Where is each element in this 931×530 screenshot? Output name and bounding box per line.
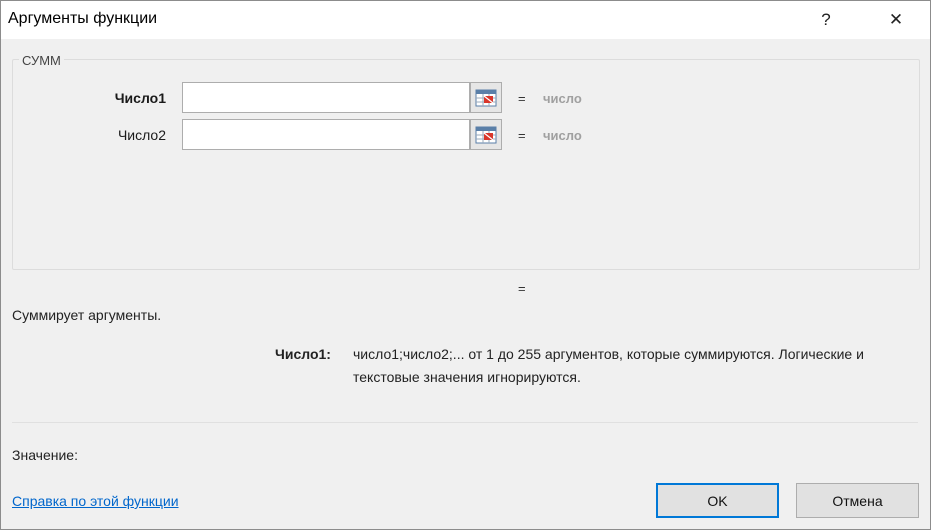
formula-result-equals: = [518,281,526,296]
arg1-input[interactable] [182,82,470,113]
value-label: Значение: [12,447,78,463]
arg-help-line1: число1;число2;... от 1 до 255 аргументов… [353,346,864,362]
arg2-range-select-button[interactable] [470,119,502,150]
function-name: СУММ [19,53,64,68]
arg1-result: число [543,91,582,106]
function-description: Суммирует аргументы. [12,307,162,323]
arg1-label: Число1 [114,90,166,106]
dialog-title: Аргументы функции [8,10,158,27]
arg2-result: число [543,128,582,143]
title-bar: Аргументы функции ? ✕ [1,1,930,39]
close-button[interactable]: ✕ [873,1,919,39]
arg1-range-select-button[interactable] [470,82,502,113]
question-mark-icon: ? [821,10,831,29]
function-arguments-dialog: Аргументы функции ? ✕ СУММ Число1 = числ… [0,0,931,530]
arg1-equals: = [518,91,526,106]
help-button[interactable]: ? [803,1,849,39]
function-help-link[interactable]: Справка по этой функции [12,493,179,509]
ok-button[interactable]: OK [656,483,779,518]
arg2-input[interactable] [182,119,470,150]
arg-help-name: Число1: [275,346,331,362]
range-select-icon [475,126,497,143]
divider [12,422,918,423]
arg-help-line2: текстовые значения игнорируются. [353,369,581,385]
range-select-icon [475,89,497,106]
cancel-button[interactable]: Отмена [796,483,919,518]
arg2-label: Число2 [117,127,166,143]
arg2-equals: = [518,128,526,143]
close-icon: ✕ [888,10,904,29]
